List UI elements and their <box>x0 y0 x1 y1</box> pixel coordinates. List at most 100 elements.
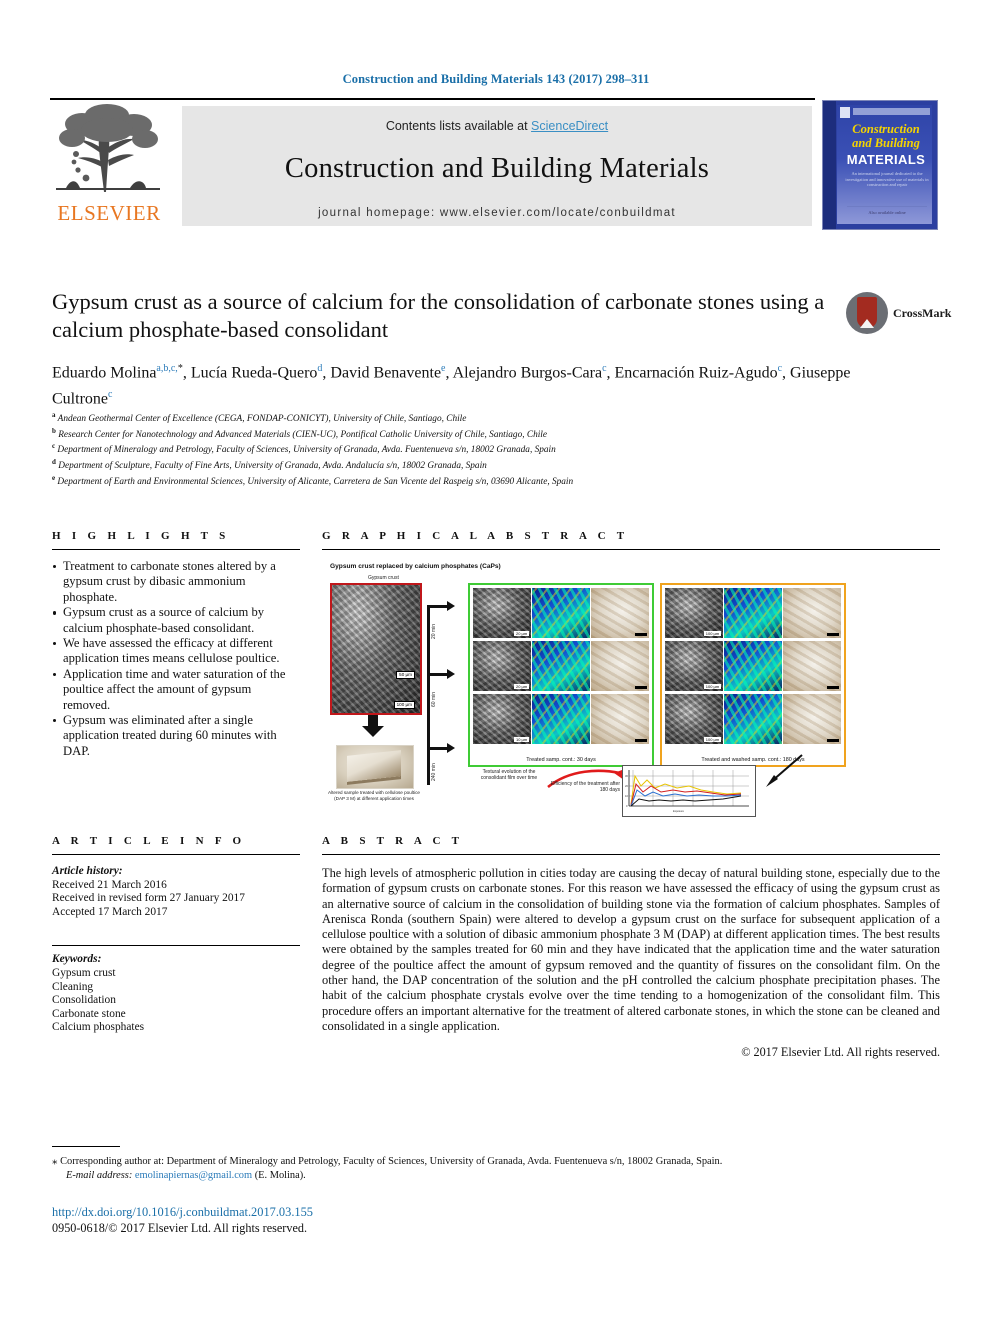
ga-elementmap-tile <box>724 641 782 691</box>
crossmark-icon <box>846 292 888 334</box>
affiliation-item: b Research Center for Nanotechnology and… <box>52 426 548 440</box>
email-link[interactable]: emolinapiernas@gmail.com <box>135 1170 252 1181</box>
highlight-item: Gypsum was eliminated after a single app… <box>52 713 300 759</box>
ga-sem-tile: 100 µm <box>665 641 723 691</box>
journal-title: Construction and Building Materials <box>284 153 710 184</box>
ga-scalebar-100um: 100 µm <box>393 701 415 709</box>
keyword-item: Gypsum crust <box>52 966 116 979</box>
doi-link[interactable]: http://dx.doi.org/10.1016/j.conbuildmat.… <box>52 1205 938 1220</box>
highlight-item: Gypsum crust as a source of calcium by c… <box>52 605 300 636</box>
ga-tile-row: 10 µm <box>473 694 650 744</box>
email-label: E-mail address: <box>66 1170 133 1182</box>
keywords-label: Keywords: <box>52 953 102 966</box>
ga-tile-scalebar: 20 µm <box>514 631 529 636</box>
ga-sample-caption: Altered sample treated with cellulose po… <box>328 790 420 801</box>
graphical-abstract-figure: Gypsum crust replaced by calcium phospha… <box>322 563 940 817</box>
history-item: Accepted 17 March 2017 <box>52 905 168 918</box>
ga-crust-sem-image: 50 µm 100 µm <box>330 583 422 715</box>
ga-elementmap-tile <box>724 588 782 638</box>
ga-panel-180days: 100 µm 100 µm 100 µm Treated and washed … <box>660 583 846 767</box>
page-title: Gypsum crust as a source of calcium for … <box>52 289 825 342</box>
affiliation-list: a Andean Geothermal Center of Excellence… <box>52 410 922 488</box>
abstract-copyright: © 2017 Elsevier Ltd. All rights reserved… <box>741 1045 940 1060</box>
ga-elementmap-tile <box>532 694 590 744</box>
paper-page: Construction and Building Materials 143 … <box>0 0 992 1323</box>
highlights-section: H I G H L I G H T S Treatment to carbona… <box>52 530 300 759</box>
ga-sem-tile: 20 µm <box>473 641 531 691</box>
ga-branch-arrows: 20 min 60 min 240 min <box>422 599 462 789</box>
ga-optical-tile <box>591 641 650 691</box>
ga-tile-scalebar: 100 µm <box>704 684 721 689</box>
ga-elementmap-tile <box>724 694 782 744</box>
keywords-block: Keywords: Gypsum crust Cleaning Consolid… <box>52 953 300 1035</box>
ga-optical-tile <box>591 588 650 638</box>
ga-tile-scalebar: 10 µm <box>514 737 529 742</box>
abstract-text: The high levels of atmospheric pollution… <box>322 866 940 1033</box>
ga-elementmap-tile <box>532 641 590 691</box>
svg-text:20: 20 <box>625 784 628 788</box>
journal-banner: ELSEVIER Contents lists available at Sci… <box>50 98 940 232</box>
ga-optical-tile <box>591 694 650 744</box>
article-info-section: A R T I C L E I N F O Article history: R… <box>52 835 300 1035</box>
history-item: Received in revised form 27 January 2017 <box>52 892 245 905</box>
affiliation-item: a Andean Geothermal Center of Excellence… <box>52 411 467 425</box>
ga-sem-tile: 100 µm <box>665 588 723 638</box>
elsevier-logo: ELSEVIER <box>50 104 170 228</box>
ga-tile-scalebar: 100 µm <box>704 737 721 742</box>
ga-tile-row: 20 µm <box>473 588 650 638</box>
cover-footer: Also available online <box>847 206 927 215</box>
contents-prefix: Contents lists available at <box>385 119 532 133</box>
cover-title-line3: MATERIALS <box>846 152 926 167</box>
cover-elsevier-mark <box>840 107 850 118</box>
ga-panel-30days: 20 µm 20 µm 10 µm Treated samp. cont.: 3… <box>468 583 654 767</box>
elsevier-wordmark: ELSEVIER <box>57 201 161 225</box>
svg-text:30: 30 <box>625 774 628 778</box>
sciencedirect-link[interactable]: ScienceDirect <box>531 119 608 133</box>
corresponding-author-note: ⁎ Corresponding author at: Department of… <box>52 1154 938 1183</box>
journal-homepage[interactable]: journal homepage: www.elsevier.com/locat… <box>182 207 812 219</box>
ga-tile-row: 100 µm <box>665 694 842 744</box>
ga-tile-scalebar: 100 µm <box>704 631 721 636</box>
ga-time-240min: 240 min <box>431 763 437 781</box>
ga-figure-title: Gypsum crust replaced by calcium phospha… <box>330 563 501 570</box>
affiliation-item: d Department of Sculpture, Faculty of Fi… <box>52 458 487 472</box>
issn-copyright: 0950-0618/© 2017 Elsevier Ltd. All right… <box>52 1221 307 1236</box>
crossmark-label: CrossMark <box>893 306 952 320</box>
highlight-item: Application time and water saturation of… <box>52 667 300 713</box>
keyword-item: Cleaning <box>52 980 94 993</box>
article-history: Article history: Received 21 March 2016 … <box>52 865 300 919</box>
journal-header-panel: Contents lists available at ScienceDirec… <box>182 106 812 226</box>
title-block: Gypsum crust as a source of calcium for … <box>52 288 832 344</box>
highlights-heading: H I G H L I G H T S <box>52 530 230 542</box>
ga-time-60min: 60 min <box>431 691 437 707</box>
email-owner: (E. Molina). <box>254 1170 306 1182</box>
author-list: Eduardo Molinaa,b,c,*, Lucía Rueda-Quero… <box>52 363 851 408</box>
ga-optical-tile <box>783 641 842 691</box>
ga-panel-orange-caption: Treated and washed samp. cont.: 180 days <box>701 757 805 763</box>
ga-time-20min: 20 min <box>431 623 437 639</box>
svg-text:0: 0 <box>626 804 628 808</box>
footnote-marker: ⁎ <box>52 1155 58 1168</box>
crossmark-badge[interactable]: CrossMark <box>846 292 951 336</box>
corresponding-author-text: Corresponding author at: Department of M… <box>60 1156 723 1168</box>
ga-tile-row: 100 µm <box>665 641 842 691</box>
page-footer: ⁎ Corresponding author at: Department of… <box>52 1146 938 1236</box>
journal-cover-thumbnail: Construction and Building MATERIALS An i… <box>822 100 938 230</box>
affiliation-item: e Department of Earth and Environmental … <box>52 473 574 487</box>
elsevier-tree-icon <box>52 104 164 200</box>
graphical-abstract-heading: G R A P H I C A L A B S T R A C T <box>322 530 629 542</box>
ga-crust-label: Gypsum crust <box>368 575 399 581</box>
history-item: Received 21 March 2016 <box>52 878 167 891</box>
highlights-list: Treatment to carbonate stones altered by… <box>52 559 300 759</box>
ga-elementmap-tile <box>532 588 590 638</box>
ga-sample-photo <box>336 745 414 789</box>
article-info-heading: A R T I C L E I N F O <box>52 835 246 847</box>
cover-blurb: An international journal dedicated to th… <box>845 171 929 188</box>
banner-top-rule <box>50 98 815 100</box>
ga-efficiency-chart: 30 20 10 0 Exposure <box>622 765 756 817</box>
keyword-item: Calcium phosphates <box>52 1021 145 1034</box>
ga-black-arrow-icon <box>762 753 806 789</box>
highlight-item: Treatment to carbonate stones altered by… <box>52 559 300 605</box>
contents-line: Contents lists available at ScienceDirec… <box>182 119 812 133</box>
ga-scalebar-50um: 50 µm <box>396 671 415 679</box>
